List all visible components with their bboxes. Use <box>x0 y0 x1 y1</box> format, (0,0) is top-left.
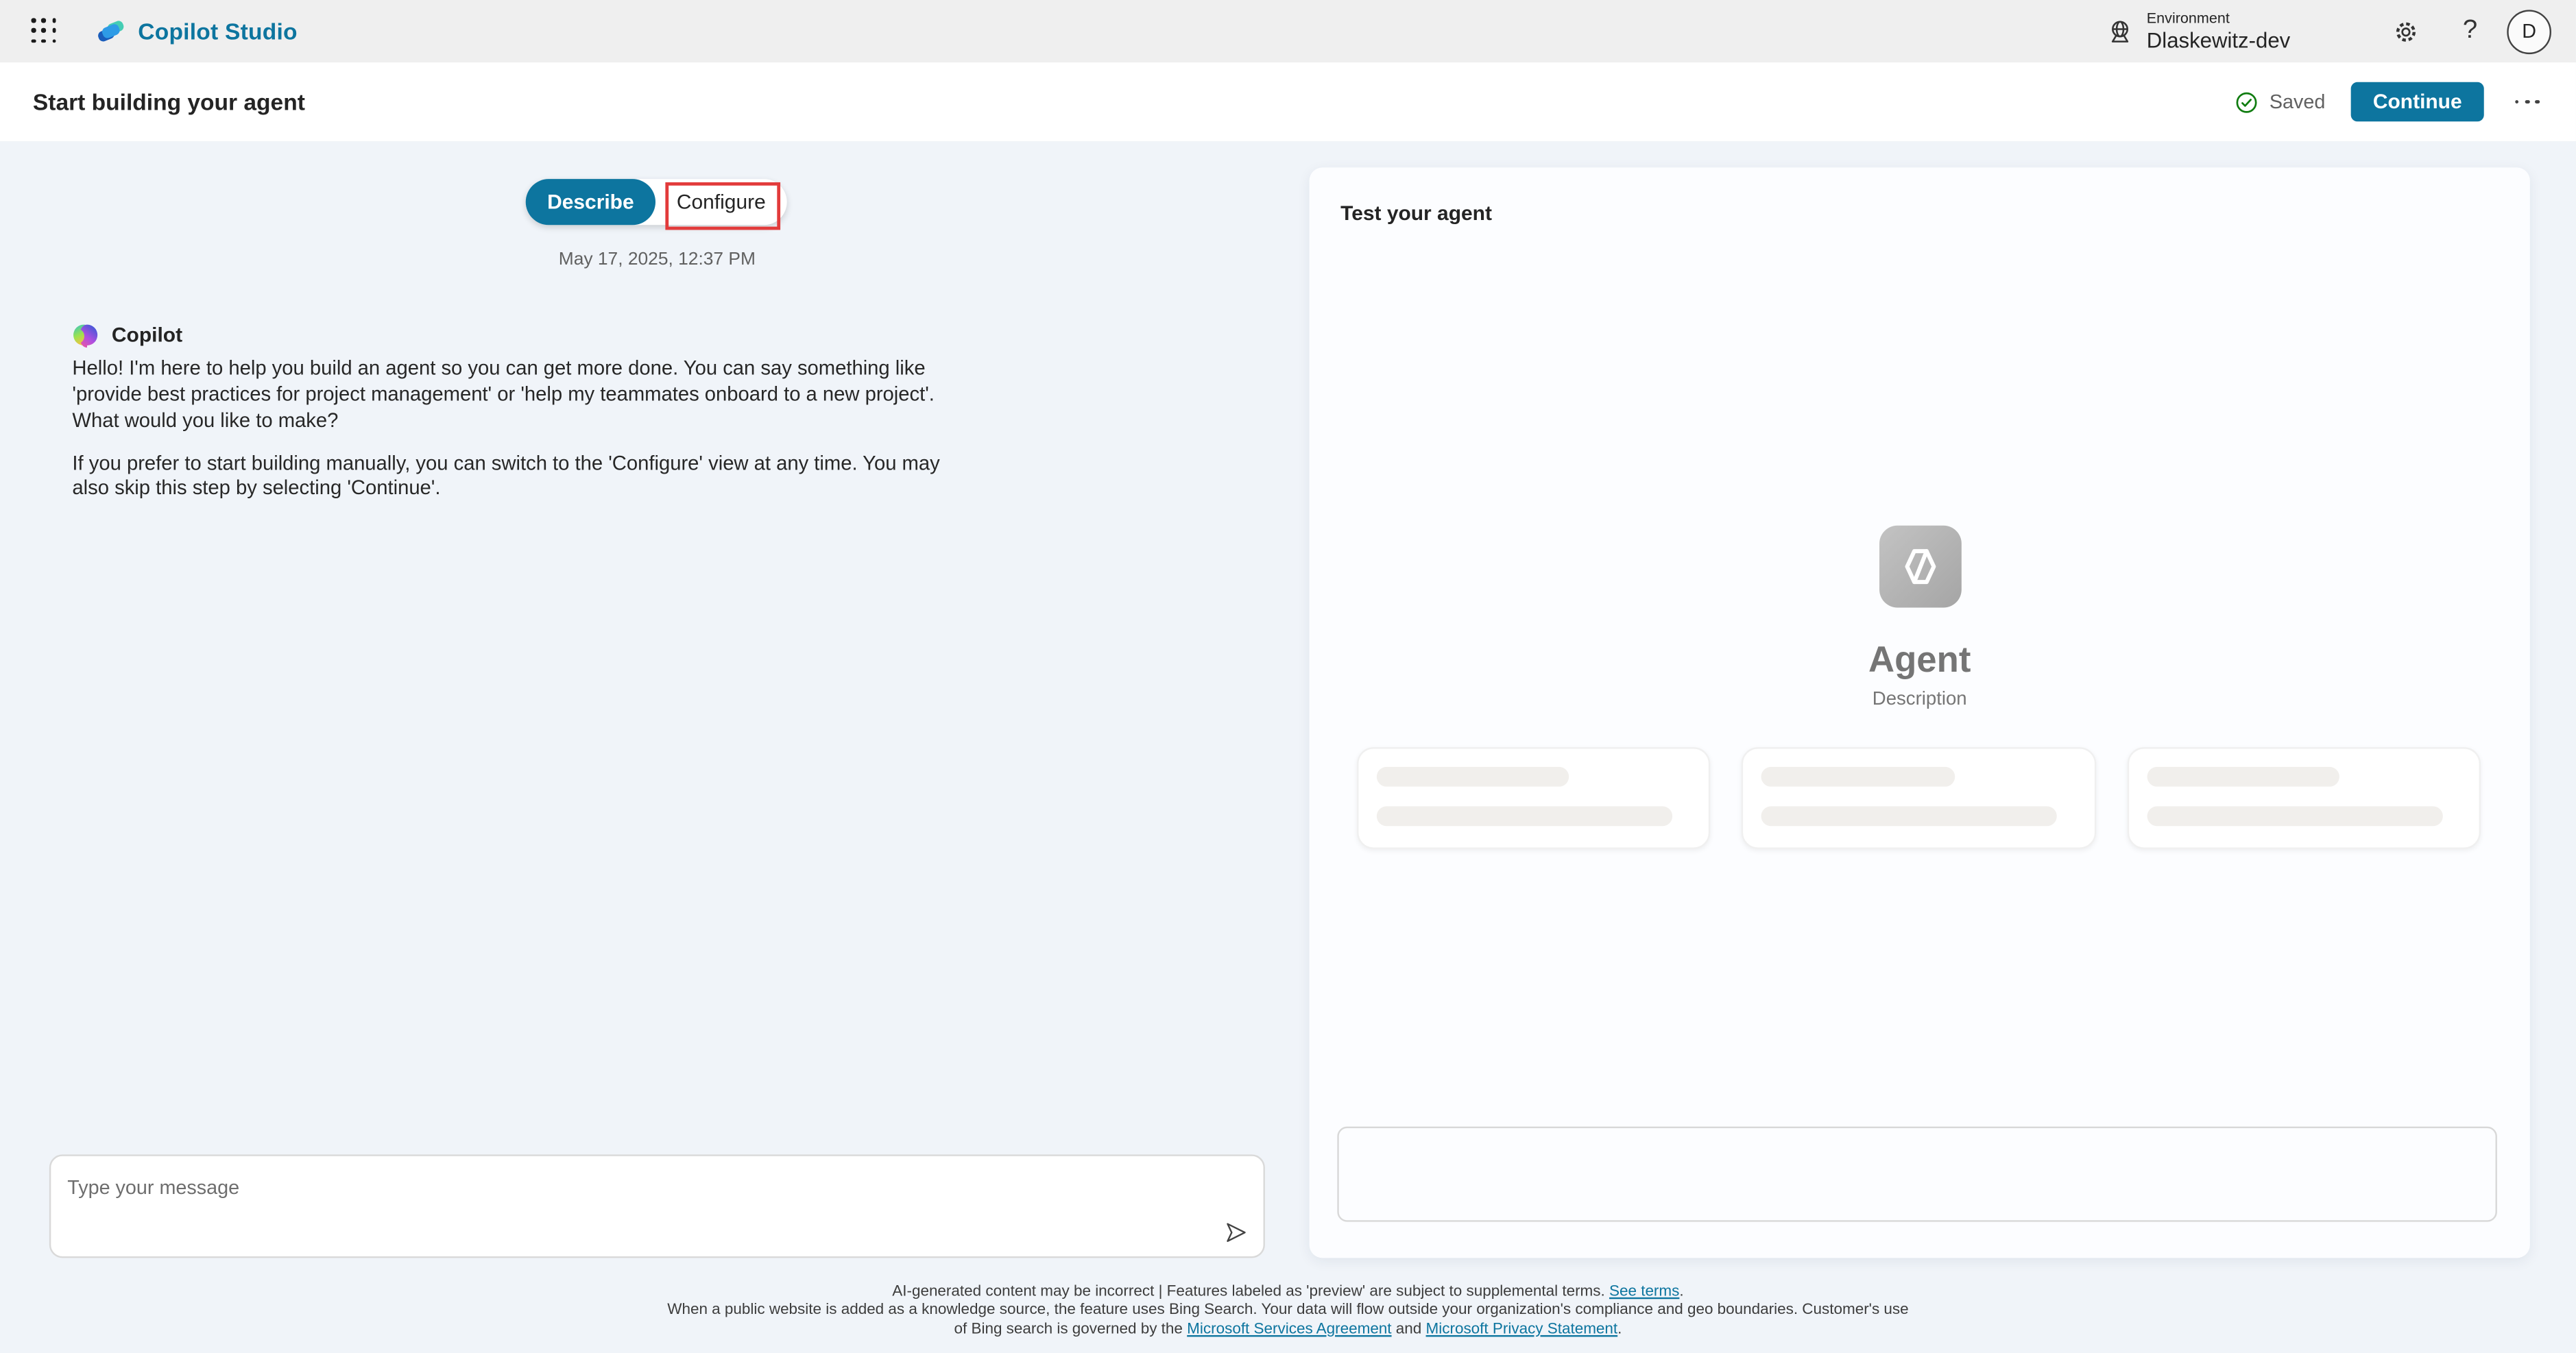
disclaimer-text: of Bing search is governed by the <box>954 1319 1188 1337</box>
agent-placeholder-icon <box>1879 526 1961 608</box>
copilot-icon <box>72 322 98 348</box>
message-textarea[interactable] <box>64 1173 1204 1252</box>
disclaimer-text: AI-generated content may be incorrect | … <box>892 1281 1609 1299</box>
more-options-icon <box>2514 99 2519 104</box>
privacy-statement-link[interactable]: Microsoft Privacy Statement <box>1426 1319 1618 1337</box>
environment-label: Environment <box>2147 10 2290 27</box>
footer-disclaimer: AI-generated content may be incorrect | … <box>0 1281 2576 1337</box>
disclaimer-line-3: of Bing search is governed by the Micros… <box>0 1319 2576 1337</box>
saved-label: Saved <box>2270 90 2326 114</box>
avatar-initial: D <box>2522 20 2536 43</box>
test-agent-panel: Test your agent Agent Description <box>1310 167 2530 1258</box>
tab-configure[interactable]: Configure <box>655 179 787 225</box>
main-content: Describe Configure May 17, 2025, 12:37 P… <box>0 141 2576 1353</box>
message-header: Copilot <box>72 322 182 348</box>
copilot-studio-logo-icon <box>97 17 125 45</box>
message-paragraph-1: Hello! I'm here to help you build an age… <box>72 356 959 435</box>
more-options-button[interactable] <box>2508 93 2547 111</box>
see-terms-link[interactable]: See terms <box>1609 1281 1679 1299</box>
sender-name: Copilot <box>112 324 182 347</box>
save-status: Saved <box>2235 90 2326 114</box>
test-chat-input[interactable] <box>1337 1127 2497 1222</box>
home-link[interactable]: Copilot Studio <box>97 17 297 45</box>
top-app-bar: Copilot Studio Environment Dlaskewitz-de… <box>0 0 2576 64</box>
environment-globe-icon <box>2106 17 2134 45</box>
agent-description: Description <box>1873 690 1967 709</box>
help-button[interactable]: ? <box>2463 16 2477 46</box>
tab-describe[interactable]: Describe <box>526 179 655 225</box>
page-title: Start building your agent <box>33 88 305 114</box>
page-header: Start building your agent Saved Continue <box>0 62 2576 143</box>
view-toggle: Describe Configure <box>526 179 787 225</box>
agent-placeholder: Agent Description <box>1310 526 2530 709</box>
settings-button[interactable] <box>2392 17 2420 45</box>
suggestion-skeletons <box>1357 747 2481 849</box>
disclaimer-line-2: When a public website is added as a know… <box>0 1300 2576 1318</box>
environment-name: Dlaskewitz-dev <box>2147 28 2290 53</box>
skeleton-card <box>1742 747 2096 849</box>
skeleton-card <box>2127 747 2481 849</box>
message-input[interactable] <box>49 1154 1265 1258</box>
services-agreement-link[interactable]: Microsoft Services Agreement <box>1187 1319 1391 1337</box>
environment-picker[interactable]: Environment Dlaskewitz-dev <box>2106 10 2290 52</box>
saved-check-icon <box>2235 90 2260 114</box>
gear-icon <box>2392 17 2420 45</box>
send-icon[interactable] <box>1224 1220 1249 1245</box>
copilot-studio-window: Copilot Studio Environment Dlaskewitz-de… <box>0 0 2576 1353</box>
agent-name: Agent <box>1868 639 1971 681</box>
copilot-message: Hello! I'm here to help you build an age… <box>72 356 959 520</box>
app-title: Copilot Studio <box>138 18 298 44</box>
continue-button[interactable]: Continue <box>2352 82 2483 122</box>
help-icon: ? <box>2463 16 2477 46</box>
conversation-timestamp: May 17, 2025, 12:37 PM <box>411 249 904 269</box>
avatar[interactable]: D <box>2507 9 2551 53</box>
disclaimer-line-1: AI-generated content may be incorrect | … <box>0 1281 2576 1300</box>
message-paragraph-2: If you prefer to start building manually… <box>72 451 959 503</box>
test-panel-title: Test your agent <box>1340 202 1492 226</box>
app-launcher-icon[interactable] <box>32 18 58 44</box>
skeleton-card <box>1357 747 1711 849</box>
